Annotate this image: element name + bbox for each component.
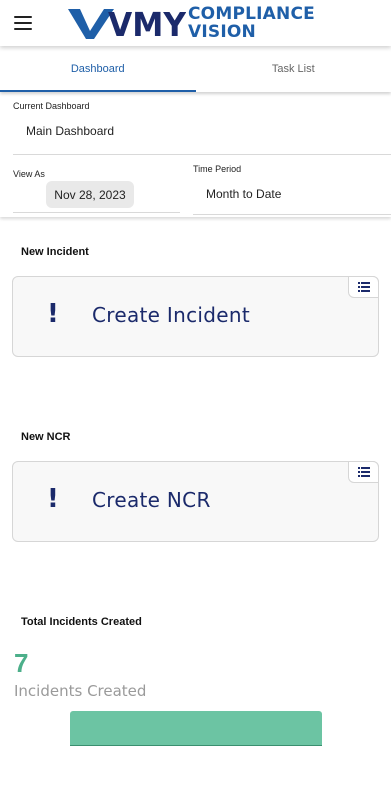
tab-dashboard[interactable]: Dashboard [0,46,196,92]
logo-mark-icon: VMY [68,5,186,41]
app-header: VMY COMPLIANCE VISION [0,0,391,46]
create-ncr-label: Create NCR [92,488,211,512]
view-as-underline [13,212,180,213]
view-as-date-chip[interactable]: Nov 28, 2023 [46,181,134,208]
logo-line-2: VISION [188,21,256,42]
total-incidents-title: Total Incidents Created [21,616,142,628]
time-period-select[interactable]: Month to Date [206,187,281,201]
current-dashboard-select[interactable]: Main Dashboard [26,124,114,138]
create-ncr-card[interactable]: ! Create NCR [12,461,379,542]
ncr-list-icon[interactable] [348,461,379,483]
dashboard-filters: Current Dashboard Main Dashboard View As… [0,92,391,217]
current-dashboard-underline [13,154,391,155]
new-ncr-title: New NCR [21,431,71,443]
incident-list-icon[interactable] [348,276,379,298]
create-incident-card[interactable]: ! Create Incident [12,276,379,357]
hamburger-menu-icon[interactable] [14,16,32,30]
exclamation-icon: ! [47,484,59,514]
exclamation-icon: ! [47,299,59,329]
incidents-bar-area [70,711,322,746]
logo-line-1: COMPLIANCE [188,3,315,24]
list-icon [357,282,370,292]
create-incident-label: Create Incident [92,303,250,327]
tab-task-list[interactable]: Task List [196,46,391,92]
incidents-bar [70,711,322,746]
new-incident-title: New Incident [21,246,89,258]
current-dashboard-label: Current Dashboard [13,101,90,111]
logo: VMY COMPLIANCE VISION [68,4,315,42]
view-as-label: View As [13,169,45,179]
list-icon [357,467,370,477]
incident-count-label: Incidents Created [14,682,147,700]
tab-bar: Dashboard Task List [0,46,391,92]
logo-mark-text: VMY [108,5,186,41]
incident-count: 7 [14,648,29,678]
time-period-underline [193,214,391,215]
time-period-label: Time Period [193,164,242,174]
